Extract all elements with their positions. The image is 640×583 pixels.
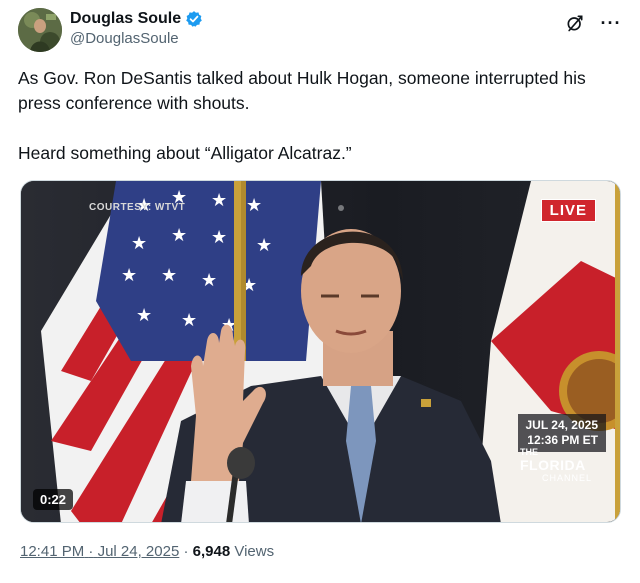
display-name[interactable]: Douglas Soule — [70, 10, 181, 28]
author-names: Douglas Soule @DouglasSoule — [70, 10, 203, 47]
svg-text:★: ★ — [256, 235, 272, 256]
tweet-header: Douglas Soule @DouglasSoule ··· — [18, 8, 622, 56]
svg-text:★: ★ — [181, 310, 197, 331]
svg-text:★: ★ — [136, 305, 152, 326]
svg-text:★: ★ — [246, 195, 262, 216]
verified-badge-icon[interactable] — [185, 10, 203, 28]
svg-text:★: ★ — [171, 225, 187, 246]
views-label: Views — [234, 543, 275, 560]
svg-text:★: ★ — [201, 270, 217, 291]
channel-the: THE — [520, 447, 538, 457]
post-time: 12:41 PM — [20, 543, 85, 560]
timestamp-link[interactable]: 12:41 PM · Jul 24, 2025 — [20, 543, 179, 560]
views-count[interactable]: 6,948 — [193, 543, 231, 560]
display-name-row: Douglas Soule — [70, 10, 203, 28]
post-date: Jul 24, 2025 — [97, 543, 180, 560]
tweet-meta: 12:41 PM · Jul 24, 2025 · 6,948 Views — [20, 543, 274, 560]
svg-text:★: ★ — [131, 233, 147, 254]
stamp-time: 12:36 PM ET — [527, 433, 598, 447]
meta-separator: · — [88, 543, 94, 560]
channel-logo: THE FLORIDA CHANNEL — [520, 447, 600, 499]
svg-text:★: ★ — [211, 190, 227, 211]
channel-name: FLORIDA — [520, 457, 586, 473]
courtesy-caption: COURTESY: WTVT — [89, 202, 186, 213]
svg-text:★: ★ — [121, 265, 137, 286]
tweet-card: Douglas Soule @DouglasSoule ··· As Gov. … — [0, 0, 640, 583]
avatar[interactable] — [18, 8, 62, 52]
tweet-paragraph: Heard something about “Alligator Alcatra… — [18, 143, 352, 163]
stamp-date: JUL 24, 2025 — [525, 418, 599, 432]
svg-text:★: ★ — [211, 227, 227, 248]
author-handle[interactable]: @DouglasSoule — [70, 30, 203, 47]
live-badge: LIVE — [540, 199, 596, 222]
svg-text:★: ★ — [161, 265, 177, 286]
more-options-icon[interactable]: ··· — [600, 12, 622, 34]
video-duration: 0:22 — [33, 489, 74, 510]
tweet-paragraph: As Gov. Ron DeSantis talked about Hulk H… — [18, 68, 586, 113]
channel-word: CHANNEL — [542, 473, 593, 483]
tweet-text: As Gov. Ron DeSantis talked about Hulk H… — [18, 66, 622, 166]
video-player[interactable]: ★ ★ ★ ★ ★ ★ ★ ★ ★ ★ ★ ★ ★ ★ ★ COURTESY: … — [20, 180, 621, 523]
header-actions: ··· — [564, 12, 622, 34]
meta-separator: · — [183, 543, 189, 560]
grok-icon[interactable] — [564, 12, 586, 34]
